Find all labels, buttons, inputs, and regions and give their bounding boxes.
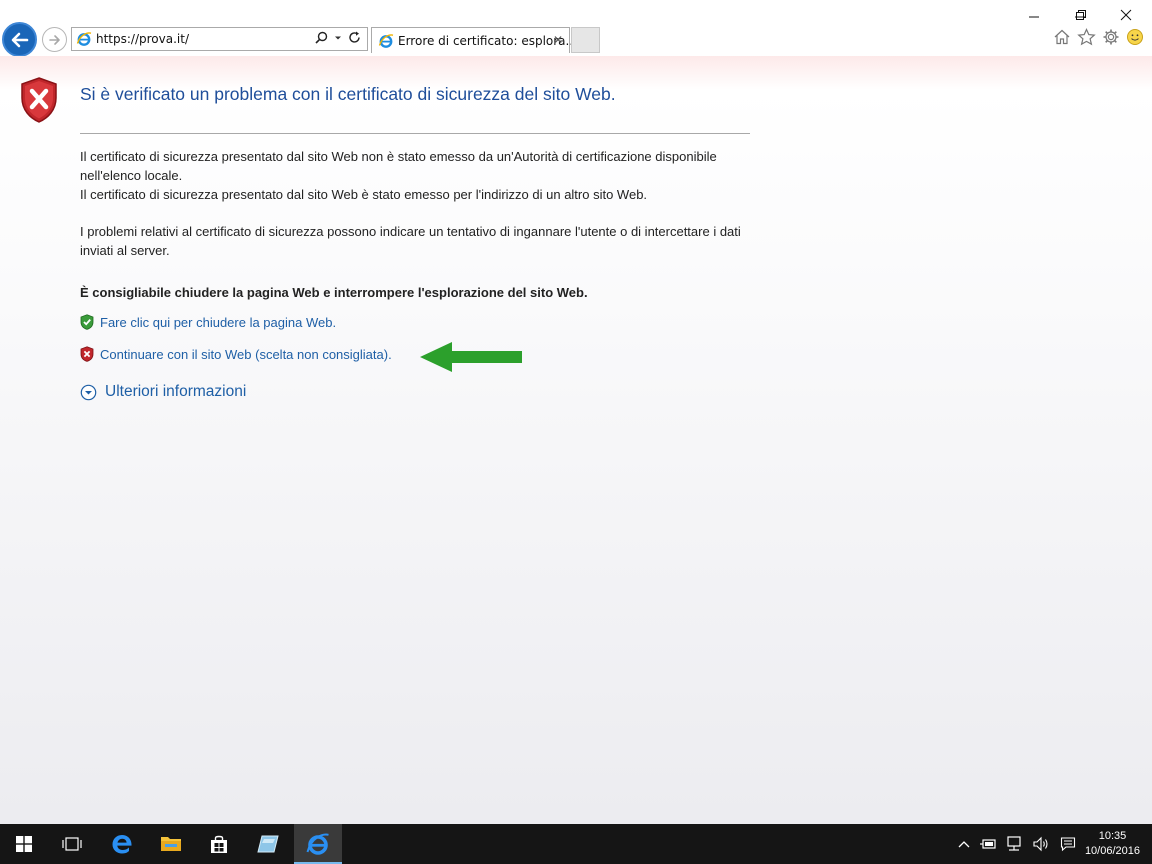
forward-arrow-icon <box>48 34 60 45</box>
action-center-icon[interactable] <box>1060 836 1076 852</box>
start-button[interactable] <box>0 824 48 864</box>
tab-title: Errore di certificato: esplora... <box>398 34 577 48</box>
chevron-down-circle-icon <box>80 384 97 400</box>
recommendation-text: È consigliabile chiudere la pagina Web e… <box>80 285 588 300</box>
folder-icon <box>161 837 181 851</box>
settings-gear-icon[interactable] <box>1102 28 1120 46</box>
continue-option: Continuare con il sito Web (scelta non c… <box>80 346 392 362</box>
window-minimize-button[interactable] <box>1020 4 1048 26</box>
close-page-link[interactable]: Fare clic qui per chiudere la pagina Web… <box>100 315 336 330</box>
minimize-icon <box>1029 16 1039 18</box>
more-information-link[interactable]: Ulteriori informazioni <box>105 383 246 401</box>
windows-logo-icon <box>16 836 32 852</box>
tab-close-button[interactable]: ✕ <box>553 33 563 47</box>
continue-to-site-link[interactable]: Continuare con il sito Web (scelta non c… <box>100 347 392 362</box>
clock[interactable]: 10:35 10/06/2016 <box>1085 829 1140 859</box>
power-plug-icon[interactable] <box>979 837 997 851</box>
shield-check-icon <box>80 314 94 330</box>
edge-browser-icon <box>112 835 132 854</box>
command-icons <box>1053 28 1144 46</box>
new-tab-button[interactable] <box>571 27 600 53</box>
address-url[interactable]: https://prova.it/ <box>96 32 189 46</box>
back-arrow-icon <box>11 32 28 47</box>
task-view-icon <box>62 837 82 851</box>
certificate-problem-text: Il certificato di sicurezza presentato d… <box>80 147 750 204</box>
clock-date: 10/06/2016 <box>1084 845 1140 857</box>
task-view-button[interactable] <box>48 824 96 864</box>
ie-favicon-icon <box>378 33 394 53</box>
ie-favicon-icon <box>76 31 92 51</box>
dropdown-chevron-icon[interactable] <box>334 34 342 42</box>
back-button[interactable] <box>2 22 37 57</box>
store-bag-icon <box>211 835 227 853</box>
store-taskbar-button[interactable] <box>195 824 243 864</box>
shield-error-icon <box>19 76 59 128</box>
restore-icon <box>1076 10 1086 20</box>
green-arrow-annotation <box>420 340 524 378</box>
app-taskbar-button[interactable] <box>244 824 292 864</box>
search-icon[interactable] <box>315 31 328 44</box>
app-window-icon <box>257 835 279 853</box>
internet-explorer-icon <box>306 833 329 855</box>
window-restore-button[interactable] <box>1067 4 1095 26</box>
more-information-toggle[interactable]: Ulteriori informazioni <box>80 383 246 401</box>
home-icon[interactable] <box>1053 28 1071 46</box>
shield-x-icon <box>80 346 94 362</box>
file-explorer-taskbar-button[interactable] <box>147 824 195 864</box>
paragraph-line: Il certificato di sicurezza presentato d… <box>80 187 648 202</box>
feedback-smiley-icon[interactable] <box>1126 28 1144 46</box>
address-bar[interactable]: https://prova.it/ <box>71 27 368 51</box>
system-tray: 10:35 10/06/2016 <box>958 824 1152 864</box>
divider <box>80 133 750 134</box>
edge-taskbar-button[interactable] <box>98 824 146 864</box>
close-page-option: Fare clic qui per chiudere la pagina Web… <box>80 314 336 330</box>
page-title: Si è verificato un problema con il certi… <box>80 84 616 104</box>
volume-icon[interactable] <box>1033 836 1051 852</box>
forward-button[interactable] <box>42 27 67 52</box>
network-icon[interactable] <box>1006 836 1024 852</box>
warning-text: I problemi relativi al certificato di si… <box>80 224 741 258</box>
chevron-up-icon[interactable] <box>958 840 970 848</box>
window-close-button[interactable] <box>1112 4 1140 26</box>
tab-certificate-error[interactable]: Errore di certificato: esplora... ✕ <box>371 27 577 53</box>
browser-chrome: – <box>0 0 1152 57</box>
internet-explorer-taskbar-button[interactable] <box>294 824 342 864</box>
refresh-icon[interactable] <box>348 31 361 44</box>
paragraph-line: Il certificato di sicurezza presentato d… <box>80 149 717 183</box>
close-icon <box>1120 9 1132 21</box>
taskbar: 10:35 10/06/2016 <box>0 824 1152 864</box>
clock-time: 10:35 <box>1098 830 1127 842</box>
favorites-star-icon[interactable] <box>1077 28 1096 46</box>
certificate-error-page: Si è verificato un problema con il certi… <box>0 56 1152 824</box>
